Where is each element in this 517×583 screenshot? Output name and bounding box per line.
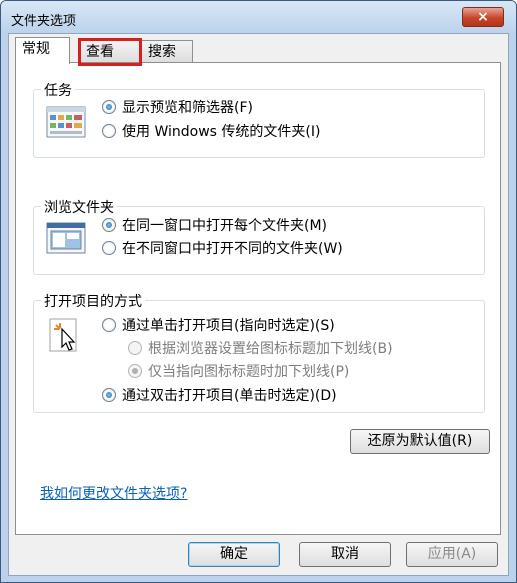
dialog-client-area: 常规 查看 搜索 任务 显示预览和筛选器(F) 使用 Windows 传统的文件… xyxy=(8,33,509,576)
window-title: 文件夹选项 xyxy=(11,14,77,29)
folder-window-icon xyxy=(46,221,86,259)
tasks-group: 任务 显示预览和筛选器(F) 使用 Windows 传统的文件夹(I) xyxy=(33,80,485,158)
cursor-click-icon xyxy=(48,317,82,359)
underline-browser-radio[interactable]: 根据浏览器设置给图标标题加下划线(B) xyxy=(128,338,393,358)
single-click-radio[interactable]: 通过单击打开项目(指向时选定)(S) xyxy=(102,315,335,335)
tab-view[interactable]: 查看 xyxy=(79,40,141,64)
restore-defaults-button[interactable]: 还原为默认值(R) xyxy=(350,429,490,454)
apply-button[interactable]: 应用(A) xyxy=(406,542,498,567)
title-bar[interactable]: 文件夹选项 × xyxy=(1,1,516,33)
show-preview-radio[interactable]: 显示预览和筛选器(F) xyxy=(102,97,253,117)
separate-window-radio[interactable]: 在不同窗口中打开不同的文件夹(W) xyxy=(102,238,343,258)
close-icon: × xyxy=(477,9,489,25)
same-window-radio[interactable]: 在同一窗口中打开每个文件夹(M) xyxy=(102,215,327,235)
preview-pane-icon xyxy=(46,105,86,143)
tab-search[interactable]: 搜索 xyxy=(141,40,193,64)
ok-button[interactable]: 确定 xyxy=(188,542,280,567)
browse-folders-group: 浏览文件夹 在同一窗口中打开每个文件夹(M) 在不同窗口中打开不同的文件夹(W) xyxy=(33,197,485,275)
click-items-group-title: 打开项目的方式 xyxy=(41,291,145,311)
general-tab-panel: 任务 显示预览和筛选器(F) 使用 Windows 传统的文件夹(I) 浏览文件… xyxy=(15,62,501,535)
help-link[interactable]: 我如何更改文件夹选项? xyxy=(40,483,187,503)
folder-options-window: 文件夹选项 × 常规 查看 搜索 任务 显示预览和筛选器(F) 使用 Windo… xyxy=(0,0,517,583)
cancel-button[interactable]: 取消 xyxy=(299,542,391,567)
click-items-group: 打开项目的方式 通过单击打开项目(指向时选定)(S) 根据浏览器设置给图标标题加… xyxy=(33,291,485,413)
underline-hover-radio[interactable]: 仅当指向图标标题时加下划线(P) xyxy=(128,361,349,381)
classic-folders-radio[interactable]: 使用 Windows 传统的文件夹(I) xyxy=(102,121,320,141)
browse-folders-group-title: 浏览文件夹 xyxy=(41,197,117,217)
close-button[interactable]: × xyxy=(462,7,504,27)
tasks-group-title: 任务 xyxy=(41,80,75,100)
double-click-radio[interactable]: 通过双击打开项目(单击时选定)(D) xyxy=(102,385,337,405)
tab-general[interactable]: 常规 xyxy=(15,37,70,64)
